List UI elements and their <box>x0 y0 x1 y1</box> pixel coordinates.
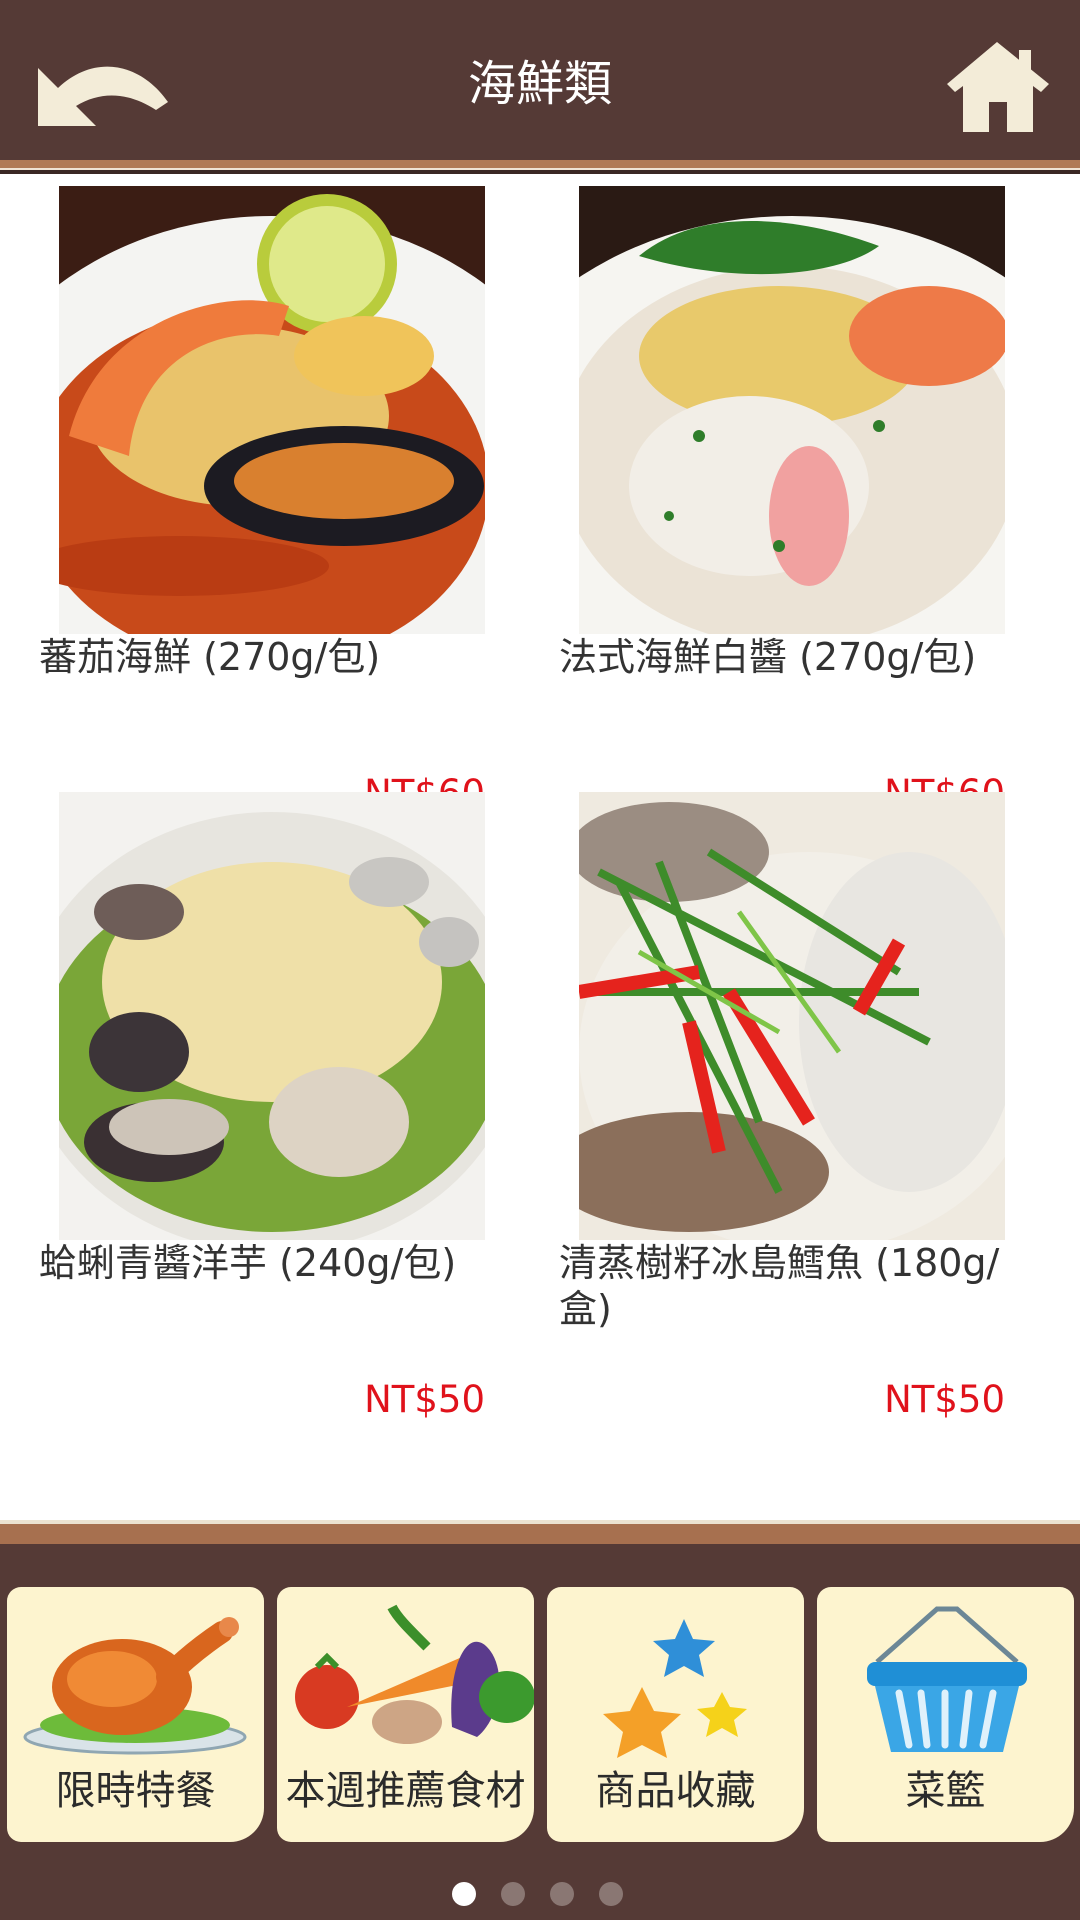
product-card-clam-pesto-potato[interactable]: 蛤蜊青醬洋芋 (240g/包) NT$50 <box>39 792 509 1421</box>
product-photo <box>59 186 485 634</box>
product-photo <box>579 792 1005 1240</box>
nav-tile-label: 限時特餐 <box>55 1768 216 1814</box>
page-dot-2[interactable] <box>501 1882 525 1906</box>
product-card-french-seafood-cream[interactable]: 法式海鮮白醬 (270g/包) NT$60 <box>559 186 1029 815</box>
app-header: 海鮮類 <box>0 0 1080 160</box>
product-name: 蛤蜊青醬洋芋 (240g/包) <box>39 1241 457 1285</box>
page-dot-3[interactable] <box>550 1882 574 1906</box>
product-name: 蕃茄海鮮 (270g/包) <box>39 635 381 679</box>
nav-tile-label: 本週推薦食材 <box>285 1768 526 1814</box>
product-card-steamed-cod[interactable]: 清蒸樹籽冰島鱈魚 (180g/盒) NT$50 <box>559 792 1029 1421</box>
nav-tile-label: 菜籃 <box>905 1768 986 1814</box>
roast-chicken-icon <box>23 1617 247 1755</box>
nav-tile-label: 商品收藏 <box>595 1768 756 1814</box>
product-card-tomato-seafood[interactable]: 蕃茄海鮮 (270g/包) NT$60 <box>39 186 509 815</box>
nav-tile-favorites[interactable]: 商品收藏 <box>547 1587 804 1842</box>
bottom-divider <box>0 1520 1080 1544</box>
nav-tile-limited-specials[interactable]: 限時特餐 <box>7 1587 264 1842</box>
header-divider <box>0 160 1080 174</box>
home-icon <box>947 42 1049 132</box>
product-photo <box>59 792 485 1240</box>
stars-icon <box>603 1619 747 1758</box>
page-dot-1[interactable] <box>452 1882 476 1906</box>
product-price: NT$50 <box>364 1378 485 1421</box>
nav-tile-basket[interactable]: 菜籃 <box>817 1587 1074 1842</box>
product-name: 清蒸樹籽冰島鱈魚 (180g/盒) <box>559 1241 1000 1331</box>
product-photo <box>579 186 1005 634</box>
page-dot-4[interactable] <box>599 1882 623 1906</box>
nav-tile-weekly-ingredients[interactable]: 本週推薦食材 <box>277 1587 534 1842</box>
product-price: NT$50 <box>884 1378 1005 1421</box>
vegetables-icon <box>295 1604 534 1744</box>
page-title: 海鮮類 <box>467 56 612 112</box>
basket-icon <box>867 1606 1027 1752</box>
product-name: 法式海鮮白醬 (270g/包) <box>559 635 977 679</box>
home-button[interactable] <box>945 40 1050 135</box>
